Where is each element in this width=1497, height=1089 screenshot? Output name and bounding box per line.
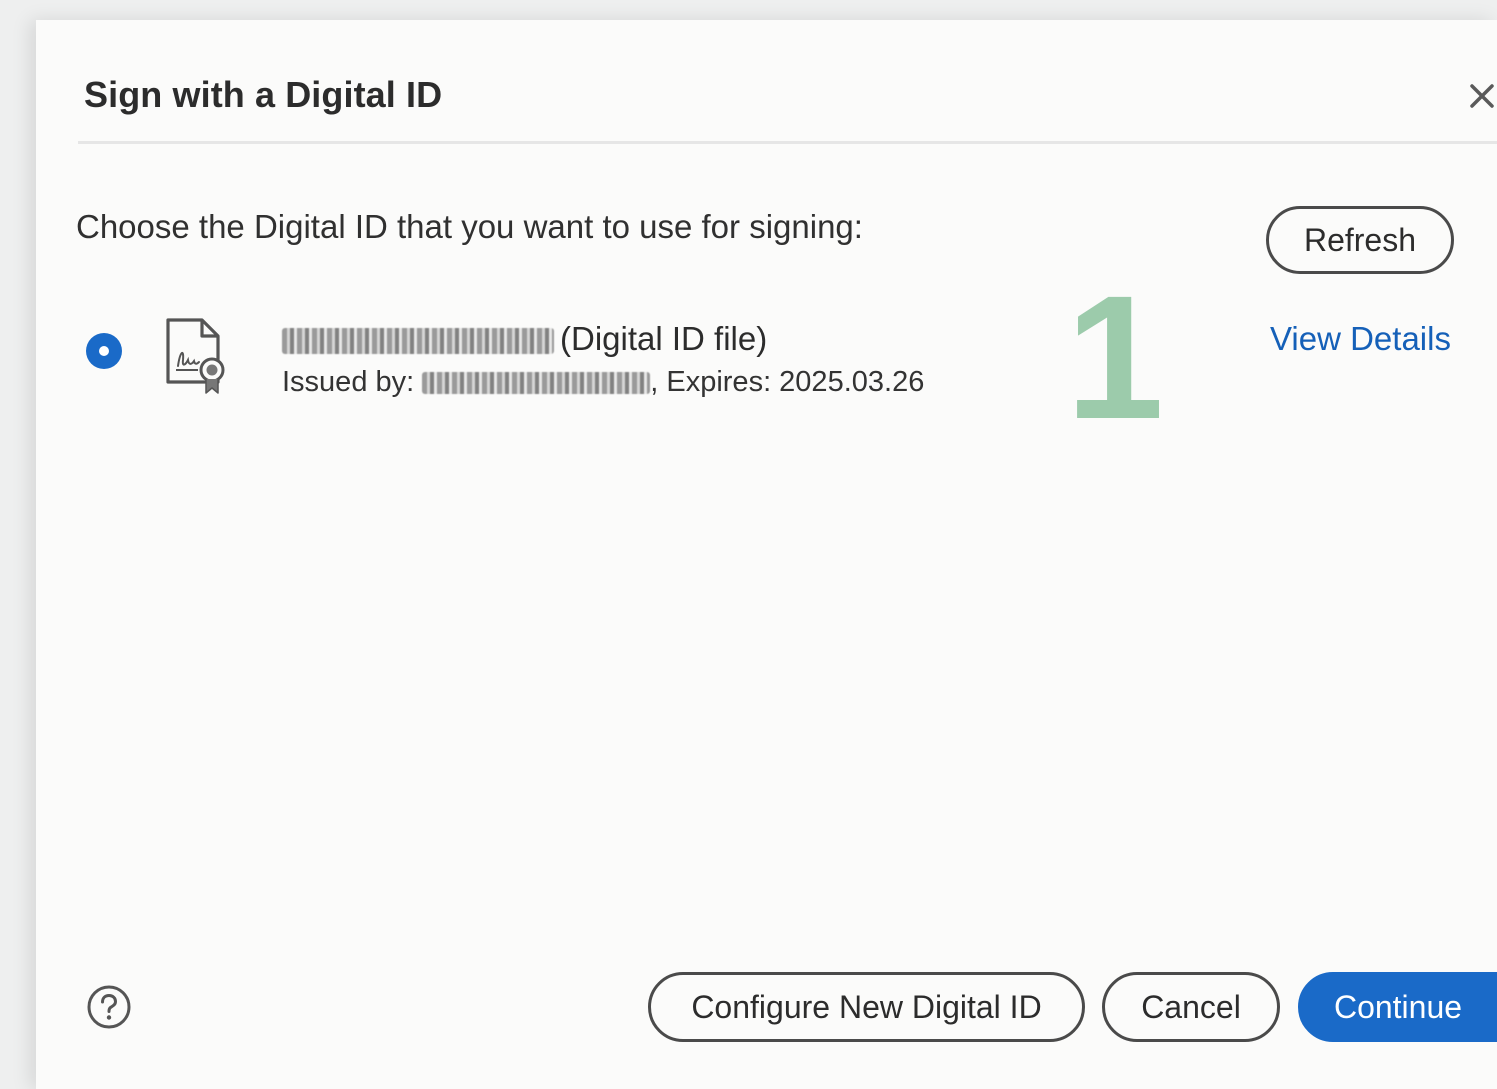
title-divider bbox=[78, 141, 1497, 144]
view-details-link[interactable]: View Details bbox=[1270, 320, 1451, 358]
close-button[interactable] bbox=[1462, 76, 1497, 116]
choose-id-prompt: Choose the Digital ID that you want to u… bbox=[76, 208, 863, 245]
configure-new-digital-id-button[interactable]: Configure New Digital ID bbox=[648, 972, 1085, 1042]
refresh-button[interactable]: Refresh bbox=[1266, 206, 1454, 274]
expires-text: , Expires: 2025.03.26 bbox=[650, 366, 925, 398]
digital-id-details: Issued by: , Expires: 2025.03.26 bbox=[282, 366, 924, 399]
redacted-issuer bbox=[422, 372, 651, 395]
help-button[interactable] bbox=[86, 984, 132, 1030]
certificate-icon bbox=[166, 318, 225, 394]
radio-selected-dot bbox=[99, 346, 109, 356]
help-icon bbox=[87, 985, 131, 1029]
digital-id-type: (Digital ID file) bbox=[560, 320, 768, 357]
sign-digital-id-dialog: Sign with a Digital ID Choose the Digita… bbox=[36, 20, 1497, 1089]
redacted-name bbox=[282, 328, 554, 355]
digital-id-name: (Digital ID file) bbox=[282, 320, 767, 358]
screen: Sign with a Digital ID Choose the Digita… bbox=[0, 0, 1497, 1089]
close-icon bbox=[1470, 84, 1494, 108]
continue-button[interactable]: Continue bbox=[1298, 972, 1497, 1042]
digital-id-radio[interactable] bbox=[86, 333, 122, 369]
cancel-button[interactable]: Cancel bbox=[1102, 972, 1280, 1042]
dialog-title: Sign with a Digital ID bbox=[84, 74, 443, 115]
annotation-marker: 1 bbox=[1066, 260, 1164, 456]
issued-by-label: Issued by: bbox=[282, 366, 415, 398]
